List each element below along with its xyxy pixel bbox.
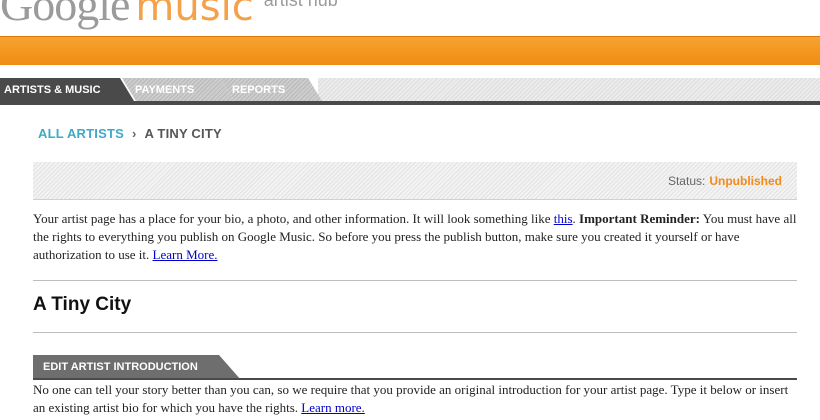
status-value: Unpublished — [709, 174, 782, 188]
example-page-link[interactable]: this — [554, 211, 573, 226]
intro-paragraph: Your artist page has a place for your bi… — [33, 210, 799, 264]
tab-reports-label: REPORTS — [232, 84, 286, 96]
divider — [33, 280, 797, 281]
tab-payments-label: PAYMENTS — [135, 84, 195, 96]
edit-learn-more-link[interactable]: Learn more. — [301, 400, 365, 415]
tab-artists-music-label: ARTISTS & MUSIC — [4, 84, 101, 96]
tab-payments[interactable]: PAYMENTS — [122, 78, 234, 101]
important-reminder-label: Important Reminder: — [579, 211, 701, 226]
google-music-logo[interactable]: Google music artist hub — [0, 0, 338, 31]
tab-artists-music[interactable]: ARTISTS & MUSIC — [0, 78, 134, 101]
orange-banner — [0, 36, 820, 65]
artist-name-heading: A Tiny City — [33, 294, 132, 315]
main-nav-tabs: REPORTS PAYMENTS ARTISTS & MUSIC — [0, 78, 820, 105]
edit-intro-section-header: EDIT ARTIST INTRODUCTION — [33, 355, 797, 380]
status-label: Status: — [667, 174, 706, 188]
learn-more-link[interactable]: Learn More. — [153, 247, 218, 262]
divider — [33, 332, 797, 333]
edit-intro-description: No one can tell your story better than y… — [33, 381, 799, 417]
breadcrumb-current: A TINY CITY — [144, 126, 222, 141]
tab-reports[interactable]: REPORTS — [220, 78, 322, 101]
publish-status: Status: Unpublished — [668, 174, 782, 188]
logo-music-text: music — [135, 0, 254, 30]
breadcrumb: ALL ARTISTS › A TINY CITY — [38, 126, 222, 141]
logo-artist-hub-text: artist hub — [263, 0, 338, 10]
breadcrumb-all-artists-link[interactable]: ALL ARTISTS — [38, 126, 124, 141]
edit-intro-tab: EDIT ARTIST INTRODUCTION — [33, 355, 241, 380]
tabs-background — [318, 78, 820, 101]
tabs-underline — [0, 101, 820, 105]
logo-google-text: Google — [0, 0, 130, 30]
status-bar: Status: Unpublished — [33, 162, 797, 200]
section-underline — [33, 378, 797, 380]
breadcrumb-separator: › — [131, 126, 137, 141]
edit-intro-text: No one can tell your story better than y… — [33, 382, 789, 415]
header: Google music artist hub — [0, 0, 820, 36]
intro-text-1: Your artist page has a place for your bi… — [33, 211, 554, 226]
